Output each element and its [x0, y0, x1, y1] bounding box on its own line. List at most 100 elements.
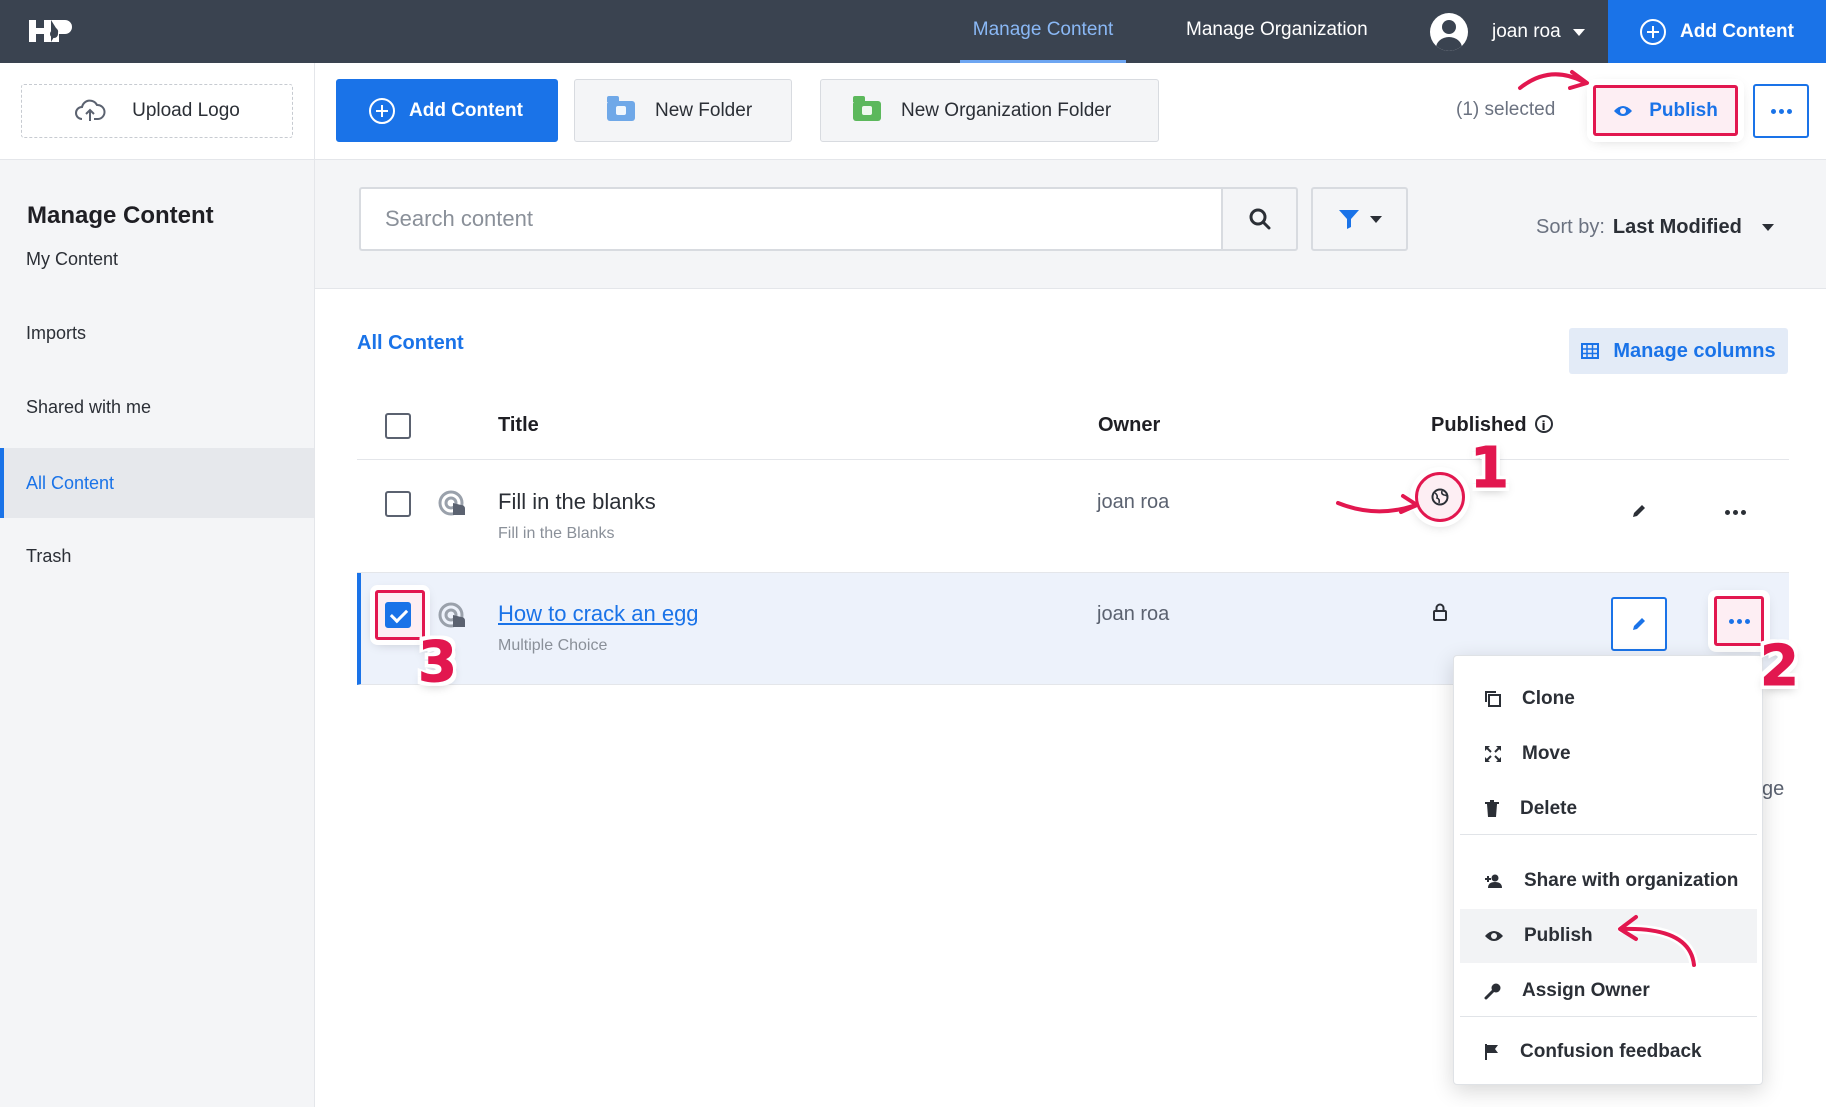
top-add-content-button[interactable]: Add Content: [1608, 0, 1826, 63]
select-all-checkbox[interactable]: [385, 413, 411, 439]
menu-item-label: Confusion feedback: [1520, 1041, 1702, 1062]
more-dots-icon: [1724, 509, 1746, 515]
table-header: Title Owner Published: [357, 400, 1789, 460]
add-content-label: Add Content: [409, 99, 523, 121]
menu-item-assign-owner[interactable]: Assign Owner: [1460, 964, 1757, 1018]
sidebar-item-imports[interactable]: Imports: [0, 298, 314, 368]
menu-item-label: Publish: [1524, 925, 1593, 946]
row-title-link[interactable]: How to crack an egg: [498, 601, 699, 627]
edit-button[interactable]: [1611, 484, 1667, 538]
info-icon[interactable]: [1534, 401, 1553, 451]
pencil-icon: [1633, 505, 1645, 517]
chevron-down-icon: [1761, 224, 1774, 231]
row-more-button[interactable]: [1710, 487, 1760, 537]
more-actions-button[interactable]: [1753, 84, 1809, 138]
publish-button[interactable]: Publish: [1593, 85, 1738, 136]
edit-button[interactable]: [1611, 597, 1667, 651]
user-menu[interactable]: joan roa: [1430, 12, 1585, 52]
globe-icon: [1431, 488, 1449, 506]
menu-divider: [1460, 1016, 1757, 1017]
cloud-upload-icon: [75, 99, 106, 121]
row-type: Fill in the Blanks: [498, 525, 615, 542]
plus-circle-icon: [369, 97, 395, 124]
row-actions-menu: Clone Move Delete Share with organizatio…: [1453, 655, 1763, 1085]
upload-logo-area: Upload Logo: [0, 63, 315, 159]
lock-icon: [1433, 603, 1447, 621]
folder-users-icon: [853, 95, 881, 121]
user-name: joan roa: [1492, 21, 1561, 42]
nav-manage-content[interactable]: Manage Content: [960, 0, 1126, 63]
row-title[interactable]: Fill in the blanks: [498, 489, 656, 515]
key-icon: [1484, 983, 1501, 1000]
manage-columns-label: Manage columns: [1613, 339, 1776, 362]
menu-item-label: Assign Owner: [1522, 980, 1650, 1001]
plus-circle-icon: [1640, 18, 1666, 45]
sidebar-item-my-content[interactable]: My Content: [0, 224, 314, 294]
pencil-icon: [1633, 618, 1645, 630]
table-row[interactable]: Fill in the blanks Fill in the Blanks jo…: [357, 461, 1789, 573]
search-button[interactable]: [1221, 187, 1298, 251]
trash-icon: [1485, 800, 1499, 817]
add-content-button[interactable]: Add Content: [336, 79, 558, 142]
flag-icon: [1485, 1044, 1498, 1060]
new-folder-label: New Folder: [655, 99, 753, 121]
eye-icon: [1614, 105, 1633, 116]
search-input[interactable]: [359, 187, 1227, 251]
menu-item-label: Delete: [1520, 798, 1578, 819]
menu-item-confusion-feedback[interactable]: Confusion feedback: [1460, 1025, 1757, 1079]
chevron-down-icon: [1572, 28, 1585, 36]
search-icon: [1249, 208, 1270, 230]
move-icon: [1485, 746, 1501, 762]
copy-icon: [1485, 691, 1501, 707]
annotation-number-3: 3: [418, 630, 458, 696]
menu-item-label: Clone: [1522, 688, 1575, 709]
h5p-logo[interactable]: [27, 14, 79, 48]
column-published-label: Published: [1431, 414, 1527, 436]
sort-value: Last Modified: [1612, 216, 1742, 238]
menu-item-move[interactable]: Move: [1460, 727, 1757, 781]
nav-manage-organization[interactable]: Manage Organization: [1186, 0, 1368, 63]
menu-item-label: Share with organization: [1524, 870, 1739, 891]
column-title[interactable]: Title: [498, 400, 539, 450]
upload-logo-button[interactable]: Upload Logo: [21, 84, 293, 138]
top-navbar: Manage Content Manage Organization joan …: [0, 0, 1826, 63]
menu-item-clone[interactable]: Clone: [1460, 672, 1757, 726]
row-more-button[interactable]: [1714, 596, 1764, 646]
menu-item-delete[interactable]: Delete: [1460, 782, 1757, 836]
avatar: [1430, 13, 1468, 51]
new-organization-folder-button[interactable]: New Organization Folder: [820, 79, 1159, 142]
sort-dropdown[interactable]: Sort by: Last Modified: [1536, 216, 1774, 239]
row-type: Multiple Choice: [498, 637, 608, 654]
folder-lock-icon: [607, 95, 635, 121]
upload-logo-label: Upload Logo: [132, 100, 240, 121]
content-heading: All Content: [357, 332, 464, 354]
new-folder-button[interactable]: New Folder: [574, 79, 792, 142]
search-bar: Sort by: Last Modified: [315, 160, 1826, 289]
row-checkbox[interactable]: [385, 491, 411, 517]
share-user-icon: [1485, 874, 1502, 888]
sidebar: Manage Content My Content Imports Shared…: [0, 160, 315, 1107]
eye-icon: [1485, 931, 1503, 941]
filter-icon: [1338, 210, 1359, 229]
more-dots-icon: [1728, 618, 1750, 624]
sidebar-item-shared-with-me[interactable]: Shared with me: [0, 372, 314, 442]
annotation-arrow-publish: [1515, 69, 1589, 93]
row-checkbox[interactable]: [385, 602, 411, 628]
annotation-arrow-globe: [1333, 494, 1419, 516]
sidebar-item-all-content[interactable]: All Content: [0, 448, 314, 518]
menu-item-publish[interactable]: Publish: [1460, 909, 1757, 963]
new-org-folder-label: New Organization Folder: [901, 99, 1112, 121]
more-dots-icon: [1770, 108, 1792, 114]
sidebar-item-trash[interactable]: Trash: [0, 521, 314, 591]
manage-columns-button[interactable]: Manage columns: [1569, 328, 1788, 374]
sort-label: Sort by:: [1536, 216, 1605, 238]
publish-label: Publish: [1649, 99, 1718, 121]
filter-button[interactable]: [1311, 187, 1408, 251]
menu-item-label: Move: [1522, 743, 1571, 764]
column-owner[interactable]: Owner: [1098, 400, 1160, 450]
menu-divider: [1460, 834, 1757, 835]
annotation-number-2: 2: [1760, 634, 1800, 700]
partial-text: ge: [1762, 778, 1785, 800]
menu-item-share-with-organization[interactable]: Share with organization: [1460, 854, 1757, 908]
touch-icon: [438, 490, 465, 516]
